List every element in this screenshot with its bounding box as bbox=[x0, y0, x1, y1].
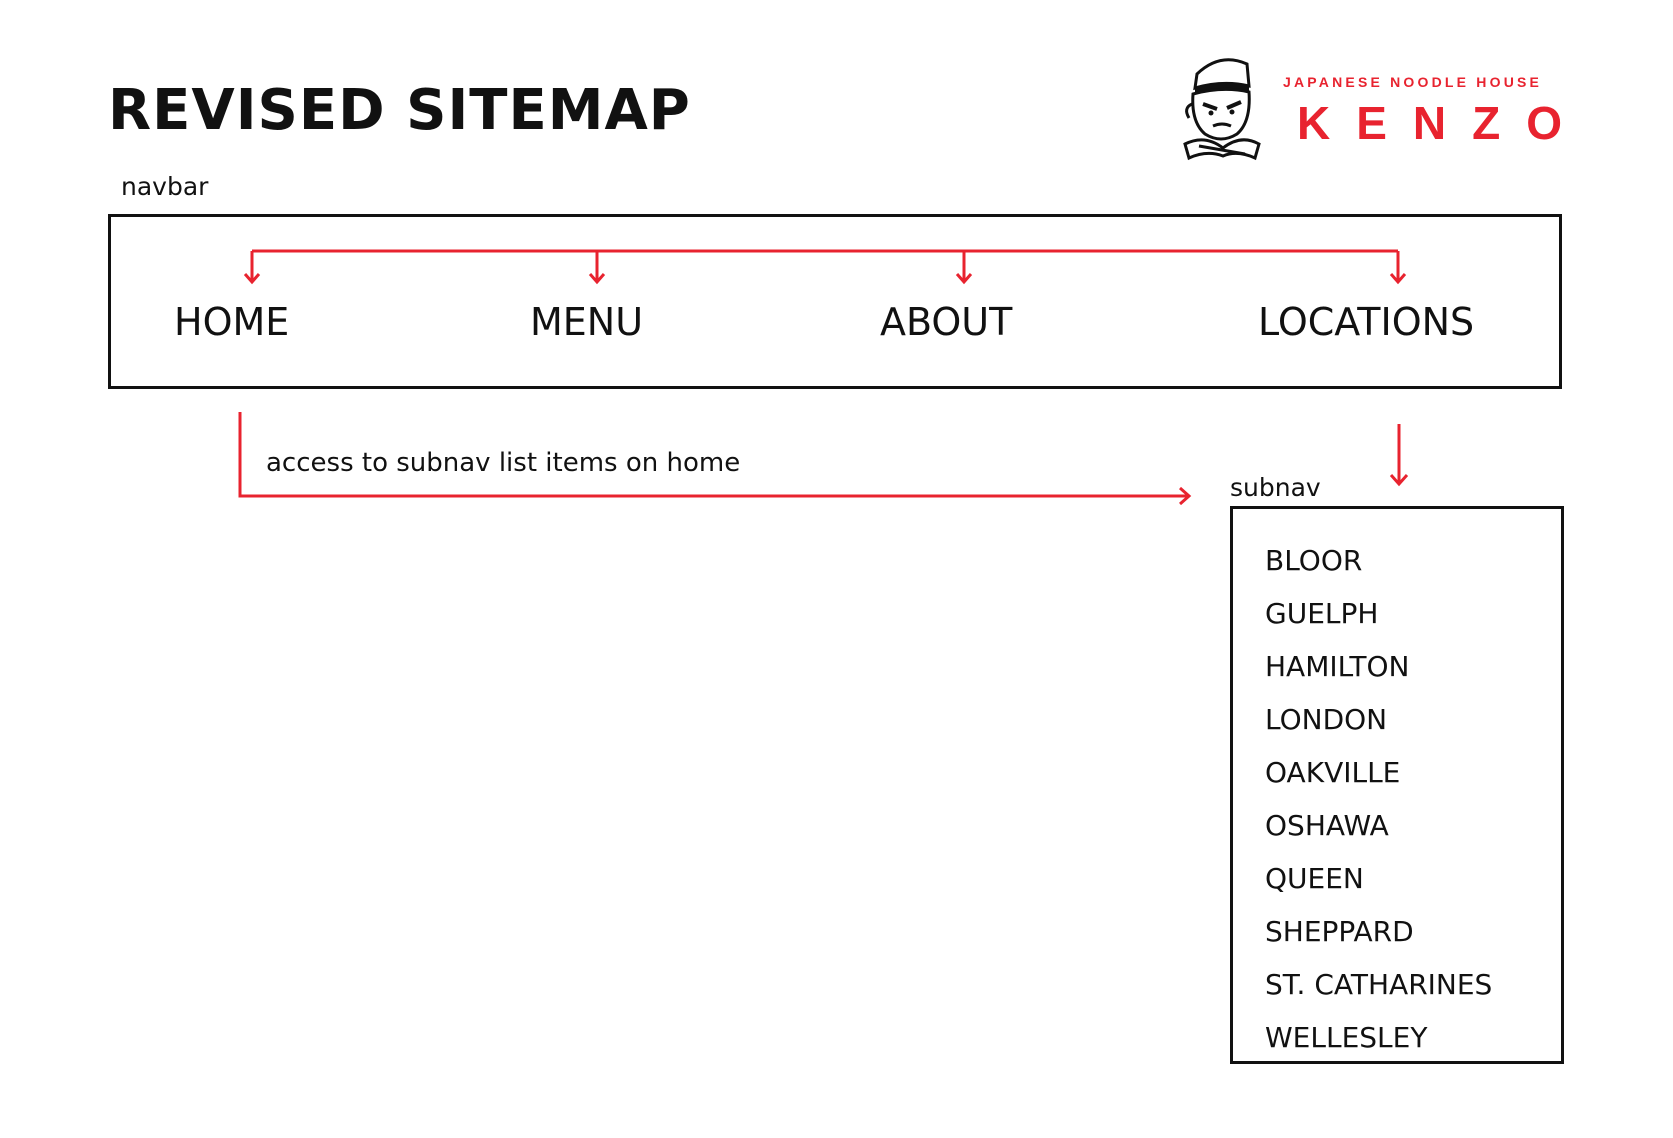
logo-tagline: JAPANESE NOODLE HOUSE bbox=[1283, 74, 1543, 90]
subnav-item-wellesley[interactable]: WELLESLEY bbox=[1265, 1011, 1492, 1064]
subnav-item-bloor[interactable]: BLOOR bbox=[1265, 534, 1492, 587]
subnav-item-oshawa[interactable]: OSHAWA bbox=[1265, 799, 1492, 852]
chef-mascot-icon bbox=[1183, 58, 1261, 161]
subnav-item-hamilton[interactable]: HAMILTON bbox=[1265, 640, 1492, 693]
nav-item-menu[interactable]: MENU bbox=[530, 300, 643, 344]
subnav-item-guelph[interactable]: GUELPH bbox=[1265, 587, 1492, 640]
locations-to-subnav-arrow bbox=[1389, 424, 1409, 487]
subnav-list: BLOOR GUELPH HAMILTON LONDON OAKVILLE OS… bbox=[1265, 534, 1492, 1064]
subnav-box: BLOOR GUELPH HAMILTON LONDON OAKVILLE OS… bbox=[1230, 506, 1564, 1064]
subnav-label: subnav bbox=[1230, 473, 1321, 502]
subnav-item-queen[interactable]: QUEEN bbox=[1265, 852, 1492, 905]
subnav-item-sheppard[interactable]: SHEPPARD bbox=[1265, 905, 1492, 958]
annotation-text: access to subnav list items on home bbox=[266, 448, 741, 478]
nav-item-home[interactable]: HOME bbox=[174, 300, 289, 344]
nav-item-about[interactable]: ABOUT bbox=[880, 300, 1012, 344]
page-title: REVISED SITEMAP bbox=[108, 78, 691, 143]
subnav-item-oakville[interactable]: OAKVILLE bbox=[1265, 746, 1492, 799]
subnav-item-london[interactable]: LONDON bbox=[1265, 693, 1492, 746]
logo-name: KENZO bbox=[1297, 97, 1588, 149]
navbar-label: navbar bbox=[121, 172, 209, 201]
subnav-item-st-catharines[interactable]: ST. CATHARINES bbox=[1265, 958, 1492, 1011]
nav-item-locations[interactable]: LOCATIONS bbox=[1258, 300, 1474, 344]
